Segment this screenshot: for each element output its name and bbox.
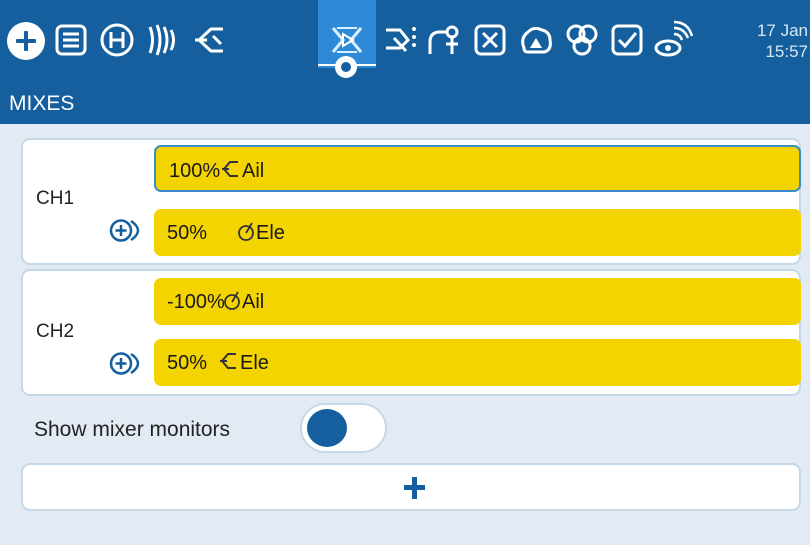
channel-label: CH2 bbox=[36, 321, 75, 342]
curves-icon bbox=[428, 25, 459, 54]
tab-heli[interactable] bbox=[95, 18, 139, 62]
mix-weight: 50% bbox=[167, 222, 208, 244]
inputs-icon bbox=[195, 27, 223, 53]
mix-weight: 50% bbox=[167, 352, 208, 374]
mix-source: Ele bbox=[256, 222, 285, 244]
outputs-icon bbox=[386, 27, 416, 53]
tab-logical-switches[interactable] bbox=[514, 18, 558, 62]
mix-line[interactable]: -100% Ail bbox=[154, 278, 801, 325]
flight-modes-icon bbox=[148, 24, 175, 56]
input-icon bbox=[220, 353, 236, 369]
telemetry-icon bbox=[654, 20, 694, 57]
mix-line[interactable]: 100% Ail bbox=[154, 145, 801, 192]
tab-global-variables[interactable] bbox=[468, 18, 512, 62]
toggle-knob bbox=[307, 409, 347, 447]
tab-model-setup[interactable] bbox=[49, 18, 93, 62]
channel-label: CH1 bbox=[36, 188, 75, 209]
home-menu-button[interactable] bbox=[7, 22, 45, 60]
page-title: MIXES bbox=[9, 92, 75, 115]
heli-icon bbox=[100, 23, 134, 57]
special-functions-icon bbox=[566, 24, 598, 56]
document-icon bbox=[55, 24, 87, 56]
tab-special-functions[interactable] bbox=[560, 18, 604, 62]
mix-line[interactable]: 50% Ele bbox=[154, 209, 801, 256]
mix-weight: 100% bbox=[169, 160, 221, 182]
add-mode-icon bbox=[109, 352, 140, 375]
logical-switches-icon bbox=[521, 26, 552, 54]
show-mixer-monitors-toggle[interactable] bbox=[300, 403, 387, 453]
top-bar: 17 Jan 15:57 bbox=[0, 0, 810, 83]
mix-source: Ele bbox=[240, 352, 269, 374]
stick-icon bbox=[224, 291, 240, 310]
global-variables-icon bbox=[474, 24, 506, 56]
date-time: 17 Jan 15:57 bbox=[746, 20, 808, 62]
input-icon bbox=[222, 161, 238, 177]
show-mixer-monitors-label: Show mixer monitors bbox=[34, 418, 231, 441]
checklist-icon bbox=[611, 24, 643, 56]
add-mode-icon bbox=[109, 219, 140, 242]
tab-curves[interactable] bbox=[422, 18, 466, 62]
page-title-bar: MIXES bbox=[0, 83, 810, 124]
active-tab-marker bbox=[335, 56, 357, 78]
tab-flight-modes[interactable] bbox=[141, 18, 185, 62]
tab-inputs[interactable] bbox=[187, 18, 231, 62]
stick-icon bbox=[238, 222, 254, 241]
date-text: 17 Jan bbox=[756, 21, 808, 40]
tab-outputs[interactable] bbox=[378, 18, 422, 62]
add-mix-button[interactable] bbox=[21, 463, 801, 511]
mix-line[interactable]: 50% Ele bbox=[154, 339, 801, 386]
tab-telemetry[interactable] bbox=[650, 18, 694, 62]
mix-source: Ail bbox=[242, 160, 265, 182]
tab-checklist[interactable] bbox=[605, 18, 649, 62]
mix-weight: -100% bbox=[167, 291, 225, 313]
mix-source: Ail bbox=[242, 291, 265, 313]
time-text: 15:57 bbox=[765, 42, 808, 61]
